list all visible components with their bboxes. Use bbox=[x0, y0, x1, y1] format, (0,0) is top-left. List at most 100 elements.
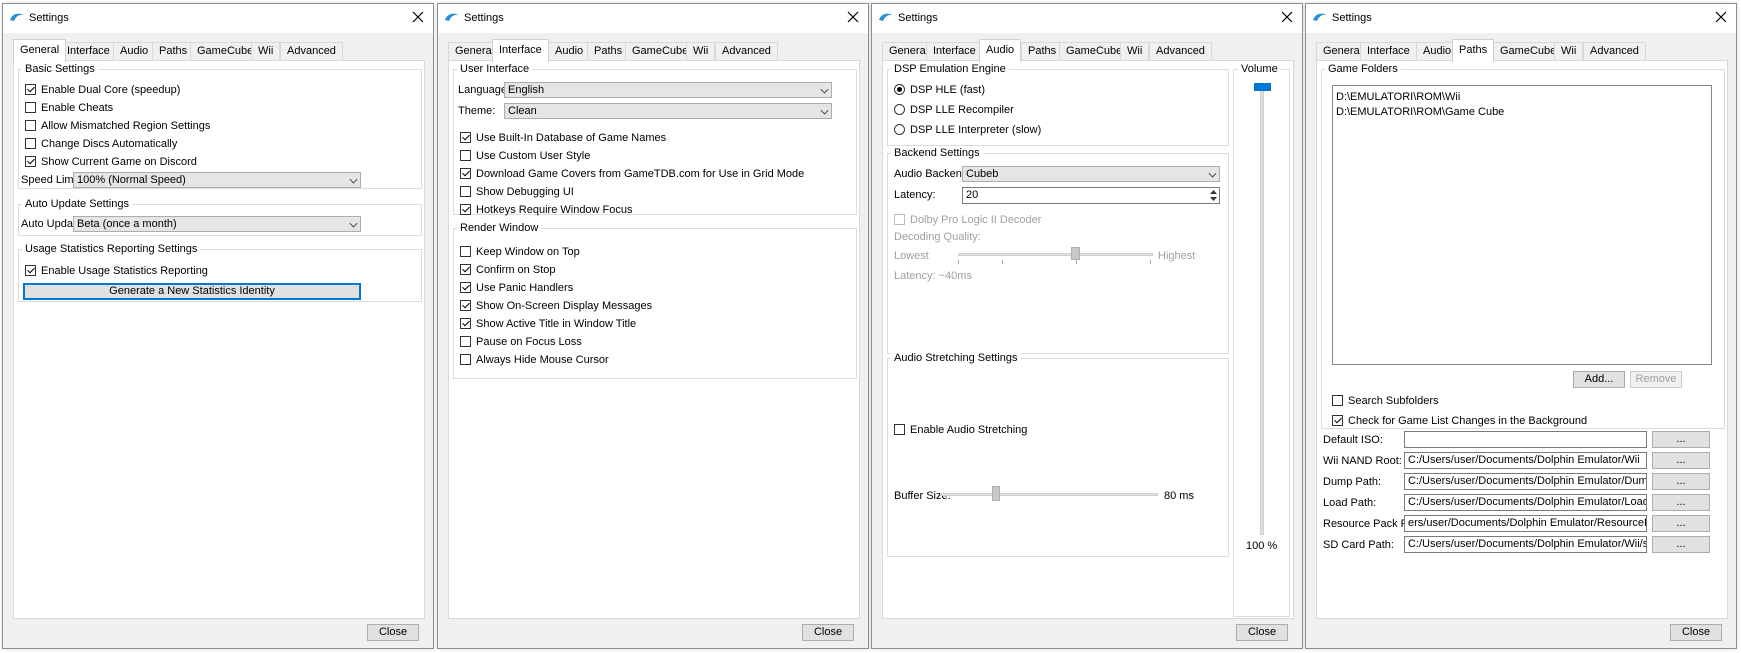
tab-audio[interactable]: Audio bbox=[113, 42, 156, 61]
radio-button[interactable] bbox=[894, 84, 905, 95]
checkbox-box[interactable] bbox=[25, 138, 36, 149]
sd-card-path-input[interactable]: C:/Users/user/Documents/Dolphin Emulator… bbox=[1404, 536, 1647, 553]
tab-interface[interactable]: Interface bbox=[492, 39, 549, 62]
default-iso-browse-button[interactable]: ... bbox=[1652, 431, 1710, 448]
radio-button[interactable] bbox=[894, 124, 905, 135]
tab-interface[interactable]: Interface bbox=[60, 42, 117, 61]
language-select[interactable]: English bbox=[504, 82, 832, 98]
checkbox-box[interactable] bbox=[25, 84, 36, 95]
radio-dsp-lle-recompiler[interactable]: DSP LLE Recompiler bbox=[894, 103, 1014, 118]
close-button[interactable]: Close bbox=[1236, 624, 1288, 641]
checkbox-box[interactable] bbox=[460, 264, 471, 275]
checkbox-cheats[interactable]: Enable Cheats bbox=[25, 101, 113, 116]
checkbox-download-covers[interactable]: Download Game Covers from GameTDB.com fo… bbox=[460, 167, 804, 182]
checkbox-box[interactable] bbox=[25, 265, 36, 276]
auto-update-select[interactable]: Beta (once a month) bbox=[73, 216, 361, 232]
speed-limit-select[interactable]: 100% (Normal Speed) bbox=[73, 172, 361, 188]
list-item[interactable]: D:\EMULATORI\ROM\Game Cube bbox=[1336, 105, 1504, 120]
checkbox-box[interactable] bbox=[460, 186, 471, 197]
sd-card-path-browse-button[interactable]: ... bbox=[1652, 536, 1710, 553]
close-icon[interactable] bbox=[846, 10, 860, 24]
remove-folder-button[interactable]: Remove bbox=[1630, 371, 1682, 388]
checkbox-box[interactable] bbox=[894, 214, 905, 225]
wii-nand-root-input[interactable]: C:/Users/user/Documents/Dolphin Emulator… bbox=[1404, 452, 1647, 469]
checkbox-panic-handlers[interactable]: Use Panic Handlers bbox=[460, 281, 573, 296]
resource-pack-path-input[interactable]: ers/user/Documents/Dolphin Emulator/Reso… bbox=[1404, 515, 1647, 532]
checkbox-hotkeys-focus[interactable]: Hotkeys Require Window Focus bbox=[460, 203, 633, 218]
tab-gamecube[interactable]: GameCube bbox=[1493, 42, 1564, 61]
tab-paths[interactable]: Paths bbox=[1452, 39, 1495, 62]
tab-paths[interactable]: Paths bbox=[1021, 42, 1064, 61]
checkbox-confirm-stop[interactable]: Confirm on Stop bbox=[460, 263, 555, 278]
close-button[interactable]: Close bbox=[1670, 624, 1722, 641]
resource-pack-path-browse-button[interactable]: ... bbox=[1652, 515, 1710, 532]
tab-audio[interactable]: Audio bbox=[548, 42, 591, 61]
spin-arrows-icon[interactable] bbox=[1209, 189, 1218, 202]
checkbox-active-title[interactable]: Show Active Title in Window Title bbox=[460, 317, 636, 332]
checkbox-box[interactable] bbox=[894, 424, 905, 435]
tab-gamecube[interactable]: GameCube bbox=[1059, 42, 1130, 61]
tab-advanced[interactable]: Advanced bbox=[1583, 42, 1646, 61]
tab-wii[interactable]: Wii bbox=[251, 42, 281, 61]
tab-interface[interactable]: Interface bbox=[926, 42, 983, 61]
tab-wii[interactable]: Wii bbox=[1554, 42, 1584, 61]
tab-paths[interactable]: Paths bbox=[587, 42, 630, 61]
load-path-browse-button[interactable]: ... bbox=[1652, 494, 1710, 511]
tab-advanced[interactable]: Advanced bbox=[1149, 42, 1212, 61]
checkbox-box[interactable] bbox=[1332, 415, 1343, 426]
latency-spinbox[interactable]: 20 bbox=[962, 187, 1220, 204]
generate-statistics-identity-button[interactable]: Generate a New Statistics Identity bbox=[23, 283, 361, 300]
checkbox-discord[interactable]: Show Current Game on Discord bbox=[25, 155, 197, 170]
tab-gamecube[interactable]: GameCube bbox=[625, 42, 696, 61]
close-button[interactable]: Close bbox=[367, 624, 419, 641]
checkbox-box[interactable] bbox=[460, 318, 471, 329]
checkbox-pause-focus-loss[interactable]: Pause on Focus Loss bbox=[460, 335, 582, 350]
add-folder-button[interactable]: Add... bbox=[1573, 371, 1625, 388]
radio-dsp-hle[interactable]: DSP HLE (fast) bbox=[894, 83, 985, 98]
volume-slider-handle[interactable] bbox=[1254, 83, 1271, 91]
tab-interface[interactable]: Interface bbox=[1360, 42, 1417, 61]
tab-advanced[interactable]: Advanced bbox=[715, 42, 778, 61]
tab-wii[interactable]: Wii bbox=[686, 42, 716, 61]
load-path-input[interactable]: C:/Users/user/Documents/Dolphin Emulator… bbox=[1404, 494, 1647, 511]
checkbox-debugging-ui[interactable]: Show Debugging UI bbox=[460, 185, 574, 200]
checkbox-box[interactable] bbox=[460, 336, 471, 347]
checkbox-audio-stretching[interactable]: Enable Audio Stretching bbox=[894, 423, 1027, 438]
list-item[interactable]: D:\EMULATORI\ROM\Wii bbox=[1336, 90, 1460, 105]
checkbox-box[interactable] bbox=[460, 204, 471, 215]
audio-backend-select[interactable]: Cubeb bbox=[962, 166, 1220, 182]
checkbox-dual-core[interactable]: Enable Dual Core (speedup) bbox=[25, 83, 180, 98]
checkbox-box[interactable] bbox=[460, 150, 471, 161]
radio-dsp-lle-interpreter[interactable]: DSP LLE Interpreter (slow) bbox=[894, 123, 1041, 138]
checkbox-mismatched-region[interactable]: Allow Mismatched Region Settings bbox=[25, 119, 210, 134]
close-icon[interactable] bbox=[411, 10, 425, 24]
checkbox-custom-user-style[interactable]: Use Custom User Style bbox=[460, 149, 590, 164]
checkbox-builtin-database[interactable]: Use Built-In Database of Game Names bbox=[460, 131, 666, 146]
checkbox-osd-messages[interactable]: Show On-Screen Display Messages bbox=[460, 299, 652, 314]
checkbox-hide-cursor[interactable]: Always Hide Mouse Cursor bbox=[460, 353, 609, 368]
checkbox-box[interactable] bbox=[460, 282, 471, 293]
checkbox-box[interactable] bbox=[25, 102, 36, 113]
checkbox-box[interactable] bbox=[460, 246, 471, 257]
checkbox-box[interactable] bbox=[460, 354, 471, 365]
checkbox-box[interactable] bbox=[460, 300, 471, 311]
dump-path-browse-button[interactable]: ... bbox=[1652, 473, 1710, 490]
checkbox-change-discs[interactable]: Change Discs Automatically bbox=[25, 137, 177, 152]
decoding-quality-slider-handle[interactable] bbox=[1071, 247, 1080, 260]
checkbox-check-changes[interactable]: Check for Game List Changes in the Backg… bbox=[1332, 414, 1587, 429]
radio-button[interactable] bbox=[894, 104, 905, 115]
tab-wii[interactable]: Wii bbox=[1120, 42, 1150, 61]
wii-nand-root-browse-button[interactable]: ... bbox=[1652, 452, 1710, 469]
tab-paths[interactable]: Paths bbox=[152, 42, 195, 61]
theme-select[interactable]: Clean bbox=[504, 103, 832, 119]
buffer-size-slider-handle[interactable] bbox=[992, 486, 1000, 501]
close-icon[interactable] bbox=[1714, 10, 1728, 24]
checkbox-box[interactable] bbox=[25, 120, 36, 131]
game-folders-list[interactable]: D:\EMULATORI\ROM\Wii D:\EMULATORI\ROM\Ga… bbox=[1332, 85, 1712, 365]
tab-gamecube[interactable]: GameCube bbox=[190, 42, 261, 61]
checkbox-box[interactable] bbox=[460, 132, 471, 143]
tab-general[interactable]: General bbox=[13, 39, 67, 62]
tab-audio[interactable]: Audio bbox=[979, 39, 1022, 62]
checkbox-keep-on-top[interactable]: Keep Window on Top bbox=[460, 245, 580, 260]
close-icon[interactable] bbox=[1280, 10, 1294, 24]
